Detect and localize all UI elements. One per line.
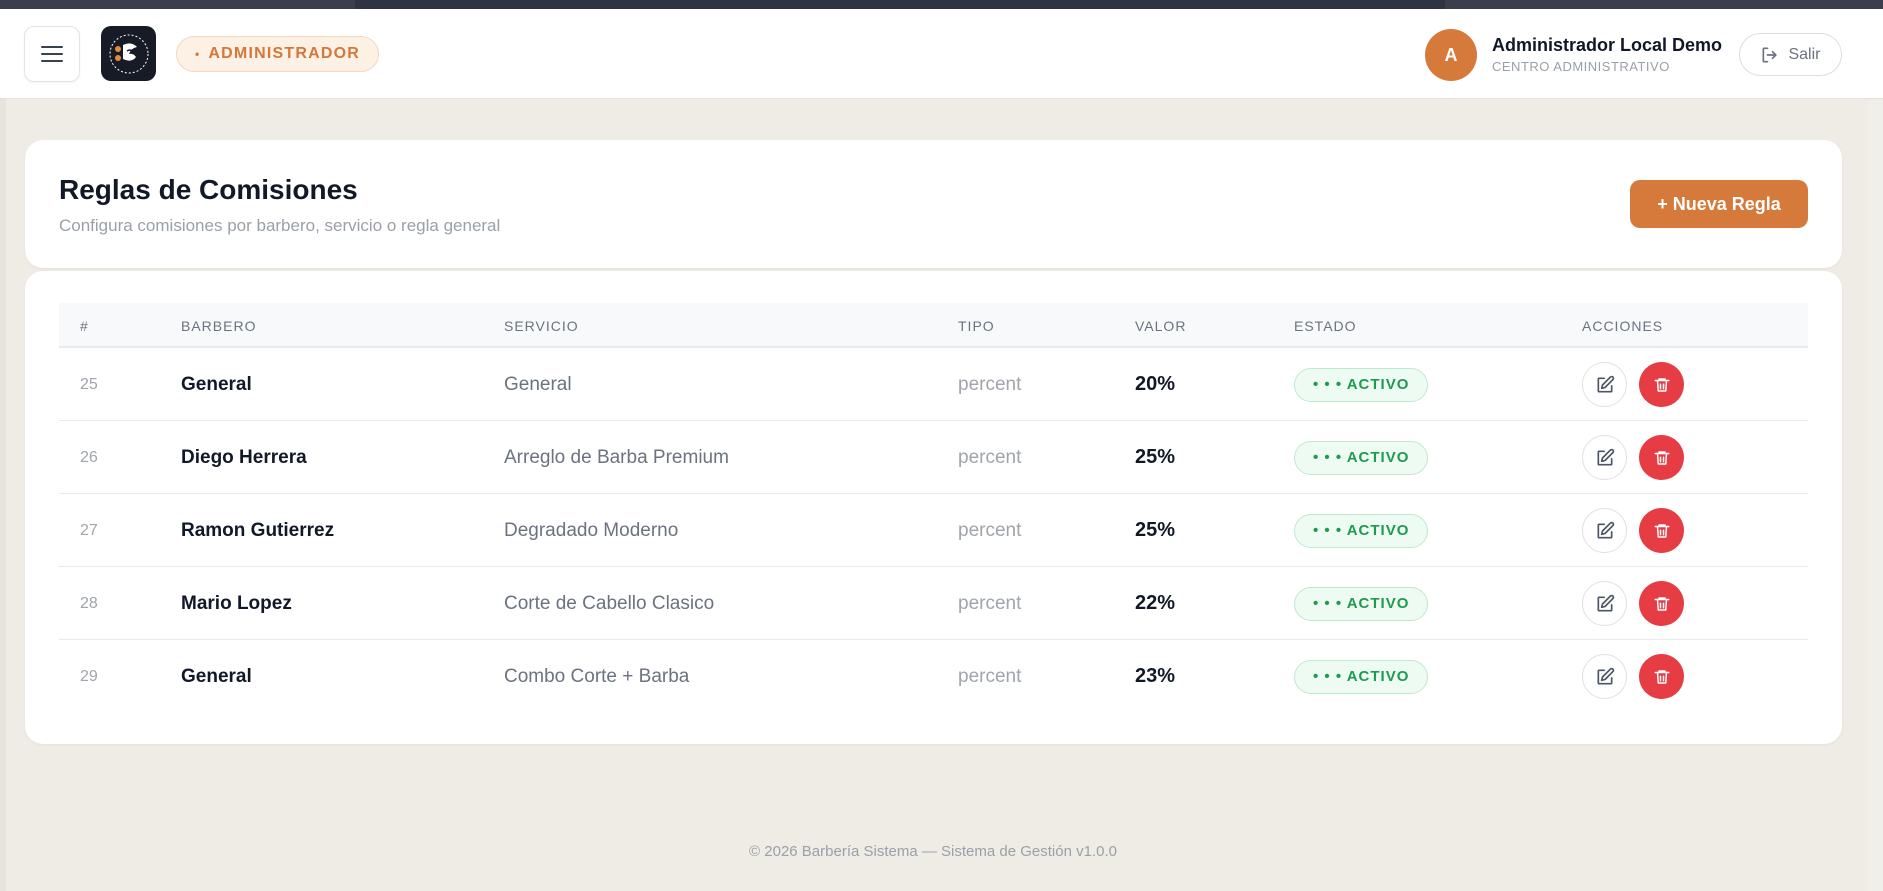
rules-table-card: # BARBERO SERVICIO TIPO VALOR ESTADO ACC…	[25, 271, 1842, 744]
rule-valor: 25%	[1135, 446, 1176, 468]
rule-servicio: Corte de Cabello Clasico	[504, 592, 715, 614]
trash-icon	[1654, 523, 1669, 538]
page-footer: © 2026 Barbería Sistema — Sistema de Ges…	[749, 843, 1117, 860]
delete-button[interactable]	[1639, 654, 1684, 699]
browser-strip-left	[0, 0, 355, 9]
delete-button[interactable]	[1639, 581, 1684, 626]
pencil-square-icon	[1597, 448, 1614, 465]
rule-actions	[1582, 494, 1684, 567]
logout-button[interactable]: Salir	[1739, 33, 1842, 76]
rule-estado: • • • ACTIVO	[1294, 421, 1429, 494]
table-row: 28 Mario Lopez Corte de Cabello Clasico …	[59, 567, 1808, 640]
col-barbero: BARBERO	[181, 317, 257, 334]
role-badge-label: ADMINISTRADOR	[208, 45, 360, 62]
logout-label: Salir	[1788, 45, 1821, 63]
browser-strip-right	[1445, 0, 1883, 9]
rules-table: # BARBERO SERVICIO TIPO VALOR ESTADO ACC…	[59, 303, 1808, 713]
status-badge: • • • ACTIVO	[1294, 659, 1429, 694]
rule-valor: 23%	[1135, 665, 1176, 687]
delete-button[interactable]	[1639, 508, 1684, 553]
trash-icon	[1654, 669, 1669, 684]
rule-barbero: Ramon Gutierrez	[181, 519, 335, 541]
rule-tipo: percent	[958, 373, 1022, 395]
table-row: 29 General Combo Corte + Barba percent 2…	[59, 640, 1808, 713]
trash-icon	[1654, 596, 1669, 611]
page-title: Reglas de Comisiones	[59, 174, 358, 205]
col-acciones: ACCIONES	[1582, 317, 1664, 334]
edit-button[interactable]	[1582, 654, 1627, 699]
col-tipo: TIPO	[958, 317, 995, 334]
rule-barbero: Mario Lopez	[181, 592, 292, 614]
rule-tipo: percent	[958, 592, 1022, 614]
table-row: 27 Ramon Gutierrez Degradado Moderno per…	[59, 494, 1808, 567]
col-estado: ESTADO	[1294, 317, 1357, 334]
rule-estado: • • • ACTIVO	[1294, 494, 1429, 567]
logout-icon	[1762, 47, 1778, 63]
barberia-logo[interactable]	[101, 26, 156, 81]
rule-actions	[1582, 640, 1684, 713]
pencil-square-icon	[1597, 667, 1614, 684]
logo-icon	[109, 34, 148, 73]
app-header: • ADMINISTRADOR A Administrador Local De…	[0, 9, 1883, 99]
rule-valor: 20%	[1135, 373, 1176, 395]
status-badge: • • • ACTIVO	[1294, 586, 1429, 621]
rule-valor: 25%	[1135, 519, 1176, 541]
rule-servicio: Arreglo de Barba Premium	[504, 446, 729, 468]
delete-button[interactable]	[1639, 435, 1684, 480]
rule-estado: • • • ACTIVO	[1294, 640, 1429, 713]
rule-tipo: percent	[958, 519, 1022, 541]
rule-tipo: percent	[958, 446, 1022, 468]
edit-button[interactable]	[1582, 508, 1627, 553]
rule-actions	[1582, 421, 1684, 494]
menu-toggle-button[interactable]	[24, 26, 80, 82]
table-row: 25 General General percent 20% • • • ACT…	[59, 348, 1808, 421]
trash-icon	[1654, 450, 1669, 465]
browser-strip	[355, 0, 1445, 9]
table-header: # BARBERO SERVICIO TIPO VALOR ESTADO ACC…	[59, 303, 1808, 348]
rule-id: 29	[80, 667, 98, 685]
pencil-square-icon	[1597, 594, 1614, 611]
status-badge: • • • ACTIVO	[1294, 367, 1429, 402]
page-left-edge	[0, 99, 6, 891]
page-subtitle: Configura comisiones por barbero, servic…	[59, 216, 501, 235]
trash-icon	[1654, 377, 1669, 392]
rule-barbero: General	[181, 665, 252, 687]
rule-id: 26	[80, 448, 98, 466]
role-badge: • ADMINISTRADOR	[176, 36, 379, 72]
user-role: CENTRO ADMINISTRATIVO	[1492, 59, 1670, 74]
rule-barbero: General	[181, 373, 252, 395]
user-name: Administrador Local Demo	[1492, 35, 1723, 55]
rule-actions	[1582, 567, 1684, 640]
edit-button[interactable]	[1582, 362, 1627, 407]
avatar[interactable]: A	[1425, 29, 1477, 81]
table-row: 26 Diego Herrera Arreglo de Barba Premiu…	[59, 421, 1808, 494]
hamburger-icon	[41, 46, 63, 48]
scrollbar[interactable]	[1868, 99, 1883, 891]
edit-button[interactable]	[1582, 581, 1627, 626]
pencil-square-icon	[1597, 375, 1614, 392]
rule-servicio: Degradado Moderno	[504, 519, 679, 541]
rule-actions	[1582, 348, 1684, 421]
rule-id: 28	[80, 594, 98, 612]
rule-valor: 22%	[1135, 592, 1176, 614]
delete-button[interactable]	[1639, 362, 1684, 407]
rule-id: 25	[80, 375, 98, 393]
edit-button[interactable]	[1582, 435, 1627, 480]
rule-tipo: percent	[958, 665, 1022, 687]
new-rule-button[interactable]: + Nueva Regla	[1630, 180, 1808, 228]
col-servicio: SERVICIO	[504, 317, 579, 334]
rule-estado: • • • ACTIVO	[1294, 348, 1429, 421]
rule-servicio: Combo Corte + Barba	[504, 665, 690, 687]
rule-estado: • • • ACTIVO	[1294, 567, 1429, 640]
pencil-square-icon	[1597, 521, 1614, 538]
page-header-card: Reglas de Comisiones Configura comisione…	[25, 140, 1842, 268]
col-valor: VALOR	[1135, 317, 1187, 334]
col-id: #	[80, 317, 89, 334]
status-badge: • • • ACTIVO	[1294, 440, 1429, 475]
rule-servicio: General	[504, 373, 572, 395]
status-badge: • • • ACTIVO	[1294, 513, 1429, 548]
rule-barbero: Diego Herrera	[181, 446, 307, 468]
rule-id: 27	[80, 521, 98, 539]
